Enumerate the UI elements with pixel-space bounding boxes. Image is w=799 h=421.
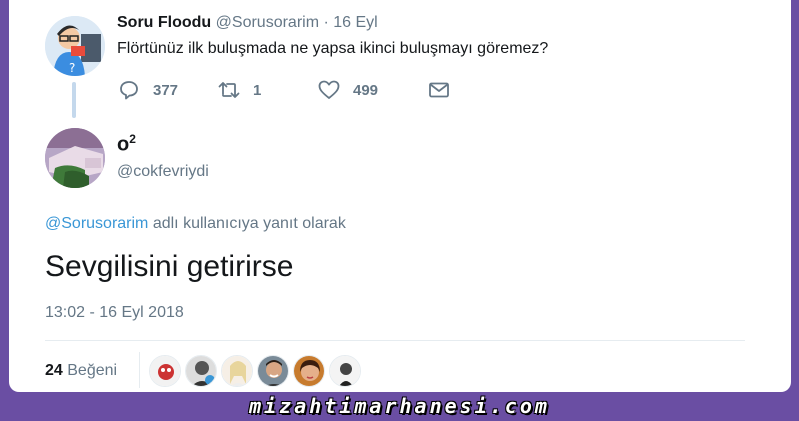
liker-avatar[interactable]	[329, 355, 361, 387]
thread-line	[72, 82, 76, 118]
reply-button[interactable]: 377	[117, 78, 217, 102]
parent-author-name[interactable]: Soru Floodu	[117, 14, 211, 31]
mail-icon	[429, 82, 449, 98]
parent-tweet-date[interactable]: · 16 Eyl	[323, 14, 377, 31]
parent-tweet-text: Flörtünüz ilk buluşmada ne yapsa ikinci …	[117, 40, 549, 57]
reply-context-text: adlı kullanıcıya yanıt olarak	[148, 215, 346, 232]
liker-avatar[interactable]	[221, 355, 253, 387]
liker-avatar[interactable]	[185, 355, 217, 387]
tweet-text: Sevgilisini getirirse	[45, 250, 294, 283]
parent-tweet-actions: 377 1 499	[117, 78, 451, 102]
tweet-timestamp[interactable]: 13:02 - 16 Eyl 2018	[45, 304, 184, 322]
watermark: mizahtimarhanesi.com	[249, 394, 550, 418]
reply-mention-link[interactable]: @Sorusorarim	[45, 215, 148, 232]
tweet-card: ? Soru Floodu @Sorusorarim · 16 Eyl Flör…	[9, 0, 791, 392]
likes-count: 24	[45, 362, 63, 379]
parent-tweet-header: Soru Floodu @Sorusorarim · 16 Eyl	[117, 14, 378, 32]
retweet-icon	[218, 82, 240, 98]
heart-icon	[318, 80, 340, 99]
like-count: 499	[353, 81, 379, 99]
liker-avatar[interactable]	[149, 355, 181, 387]
svg-text:?: ?	[69, 61, 75, 75]
likes-summary[interactable]: 24 Beğeni	[45, 362, 117, 380]
author-name[interactable]: o2	[117, 132, 136, 157]
reply-count: 377	[153, 81, 179, 99]
divider	[45, 340, 745, 341]
likes-divider	[139, 352, 140, 388]
reply-context: @Sorusorarim adlı kullanıcıya yanıt olar…	[45, 215, 346, 233]
reply-icon	[120, 81, 138, 100]
author-handle[interactable]: @cokfevriydi	[117, 163, 209, 181]
retweet-count: 1	[253, 81, 262, 99]
direct-message-button[interactable]	[427, 78, 451, 102]
author-name-sup: 2	[129, 132, 136, 146]
retweet-button[interactable]: 1	[217, 78, 317, 102]
parent-author-handle[interactable]: @Sorusorarim	[216, 14, 319, 31]
liker-avatar[interactable]	[293, 355, 325, 387]
author-name-text: o	[117, 133, 130, 156]
like-button[interactable]: 499	[317, 78, 427, 102]
liker-avatar[interactable]	[257, 355, 289, 387]
likes-label: Beğeni	[62, 362, 118, 379]
parent-avatar[interactable]: ?	[45, 16, 105, 76]
author-avatar[interactable]	[45, 128, 105, 188]
liker-avatars	[149, 355, 365, 387]
